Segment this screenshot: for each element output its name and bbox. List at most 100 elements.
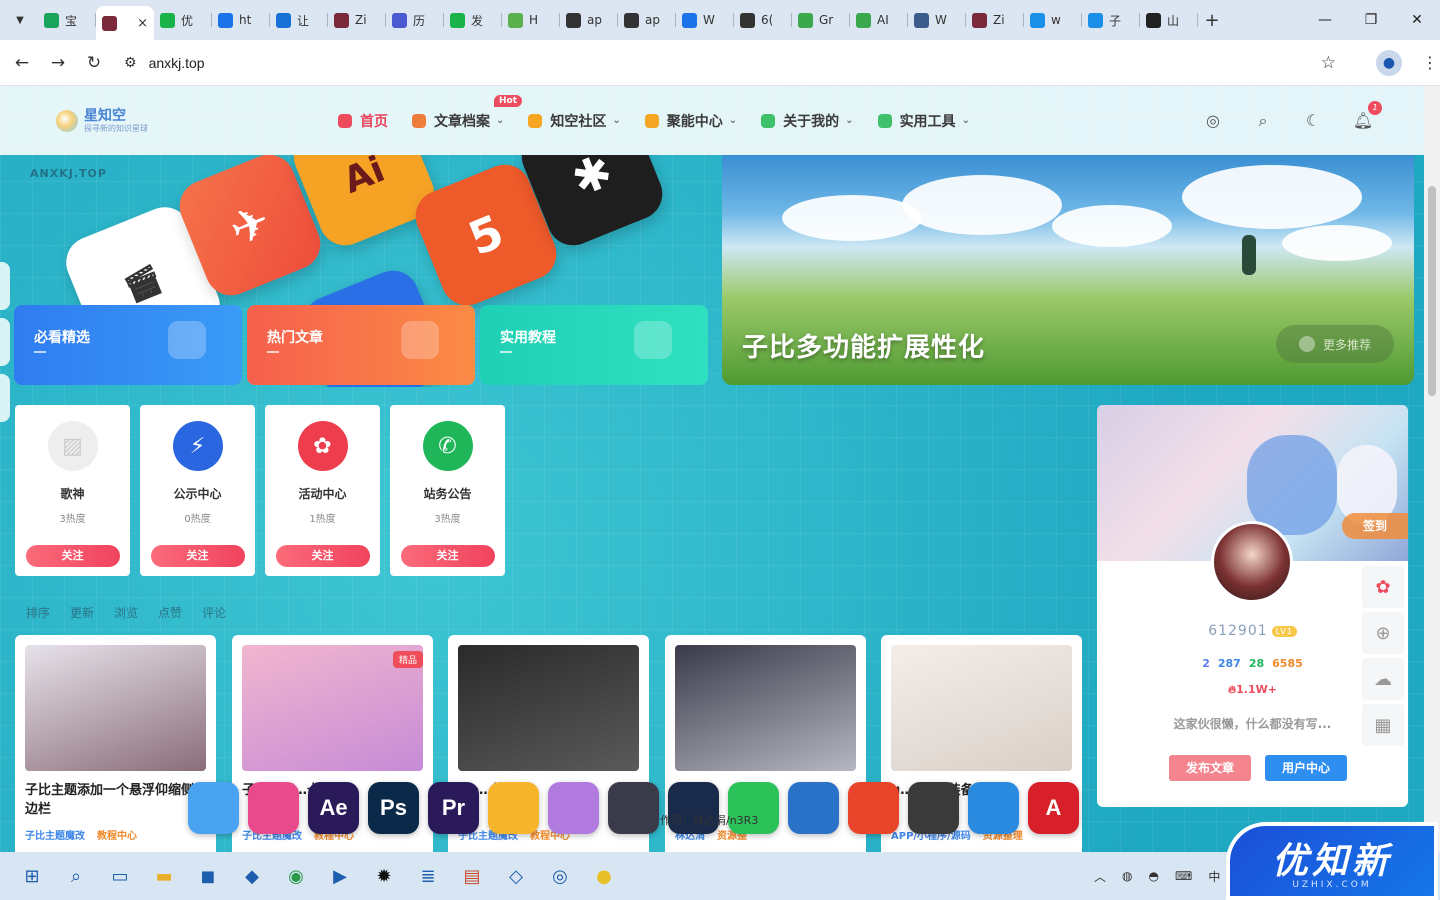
browser-tab[interactable]: 宝	[38, 4, 96, 36]
browser-tab[interactable]: W	[676, 4, 734, 36]
browser-tab[interactable]: 历	[386, 4, 444, 36]
post-tag[interactable]: 子比主题魔改	[25, 831, 85, 842]
post-title[interactable]: 子比主题添加一个悬浮仰缩侧边栏	[25, 781, 206, 819]
feature-card[interactable]: 必看精选	[14, 305, 242, 385]
bookmark-star-icon[interactable]: ☆	[1321, 53, 1336, 73]
nav-item[interactable]: 关于我的 ⌄	[761, 111, 854, 131]
profile-avatar-icon[interactable]: ●	[1376, 49, 1402, 76]
browser-tab[interactable]: ap	[560, 4, 618, 36]
maximize-icon[interactable]: ❐	[1348, 12, 1394, 28]
feature-card[interactable]: 实用教程	[480, 305, 708, 385]
browser-tab[interactable]: AI	[850, 4, 908, 36]
nav-item[interactable]: 文章档案 ⌄ Hot	[412, 94, 523, 131]
site-info-icon[interactable]: ⚙	[124, 55, 137, 71]
dark-mode-icon[interactable]: ☾	[1288, 111, 1338, 130]
follow-button[interactable]: 关注	[400, 545, 495, 567]
browser-tab[interactable]: ap	[618, 4, 676, 36]
browser-tab[interactable]: Gr	[792, 4, 850, 36]
gift-icon[interactable]: ✿	[1362, 566, 1404, 608]
nav-item[interactable]: 首页	[338, 111, 388, 131]
browser-tab[interactable]: ht	[212, 4, 270, 36]
left-side-handle[interactable]	[0, 262, 10, 310]
site-logo[interactable]: 星知空 探寻新的知识星球	[56, 109, 148, 133]
left-side-handle[interactable]	[0, 318, 10, 366]
obs-icon[interactable]: ◎	[538, 854, 582, 898]
file-explorer-icon[interactable]: ▬	[142, 854, 186, 898]
follow-button[interactable]: 关注	[275, 545, 370, 567]
post-tag[interactable]: 教程中心	[97, 831, 137, 842]
new-tab-button[interactable]: +	[1198, 10, 1226, 31]
browser-tab[interactable]: 发	[444, 4, 502, 36]
follow-button[interactable]: 关注	[25, 545, 120, 567]
taskbar-search-icon[interactable]: ⌕	[54, 854, 98, 898]
chrome-icon[interactable]: ◉	[274, 854, 318, 898]
ime-indicator[interactable]: 中	[1208, 868, 1220, 885]
wechat-icon[interactable]: ☁	[1362, 658, 1404, 700]
post-thumbnail[interactable]	[675, 645, 856, 771]
tray-app-icon[interactable]: ◍	[1122, 869, 1132, 883]
browser-tab[interactable]: 山	[1140, 4, 1198, 36]
dock-app-icon[interactable]: Ps	[368, 782, 419, 834]
start-icon[interactable]: ⊞	[10, 854, 54, 898]
notification-bell-icon[interactable]: 🔔︎ 1	[1338, 101, 1388, 130]
browser-tab[interactable]: Zi	[328, 4, 386, 36]
dock-app-icon[interactable]: A	[1028, 782, 1079, 834]
dock-app-icon[interactable]	[188, 782, 239, 834]
close-window-icon[interactable]: ✕	[1394, 12, 1440, 28]
tab-search-icon[interactable]: ▼	[6, 6, 34, 34]
keyboard-icon[interactable]: ⌨	[1175, 869, 1192, 883]
tab-close-icon[interactable]: ×	[137, 16, 148, 31]
settings-icon[interactable]: ✹	[362, 854, 406, 898]
user-avatar[interactable]	[1211, 521, 1293, 603]
sort-tab[interactable]: 排序	[26, 604, 50, 621]
dock-app-icon[interactable]	[968, 782, 1019, 834]
post-card[interactable]: 子比主题添加一个悬浮仰缩侧边栏子比主题魔改 教程中心	[15, 635, 216, 852]
category-card[interactable]: ▨ 歌神 3热度 关注	[15, 405, 130, 576]
browser-tab[interactable]: H	[502, 4, 560, 36]
bulb-icon[interactable]: ◎	[1188, 111, 1238, 130]
sign-in-button[interactable]: 签到	[1342, 513, 1408, 539]
dock-app-icon[interactable]	[488, 782, 539, 834]
category-card[interactable]: ✆ 站务公告 3热度 关注	[390, 405, 505, 576]
media-icon[interactable]: ▶	[318, 854, 362, 898]
menu-kebab-icon[interactable]: ⋮	[1422, 53, 1438, 72]
notes-icon[interactable]: ≣	[406, 854, 450, 898]
post-thumbnail[interactable]	[891, 645, 1072, 771]
minimize-icon[interactable]: —	[1302, 12, 1348, 28]
more-recommend-button[interactable]: 更多推荐	[1276, 325, 1394, 363]
dock-app-icon[interactable]	[248, 782, 299, 834]
browser-tab[interactable]: 优	[154, 4, 212, 36]
sort-tab[interactable]: 评论	[202, 604, 226, 621]
qq-icon[interactable]: ◓	[1149, 869, 1159, 883]
tool-icon[interactable]: ◇	[494, 854, 538, 898]
scrollbar-thumb[interactable]	[1428, 186, 1436, 396]
qrcode-icon[interactable]: ▦	[1362, 704, 1404, 746]
hero-banner[interactable]: 子比多功能扩展性化 更多推荐	[722, 155, 1414, 385]
browser-tab[interactable]: 6(	[734, 4, 792, 36]
browser-tab[interactable]: Zi	[966, 4, 1024, 36]
back-icon[interactable]: ←	[4, 53, 40, 73]
browser-tab[interactable]: 让	[270, 4, 328, 36]
store-icon[interactable]: ◼	[186, 854, 230, 898]
follow-button[interactable]: 关注	[150, 545, 245, 567]
publish-article-button[interactable]: 发布文章	[1169, 755, 1251, 781]
search-icon[interactable]: ⌕	[1238, 111, 1288, 131]
winrar-icon[interactable]: ▤	[450, 854, 494, 898]
dock-app-icon[interactable]	[908, 782, 959, 834]
left-side-handle[interactable]	[0, 374, 10, 422]
task-view-icon[interactable]: ▭	[98, 854, 142, 898]
browser-tab[interactable]: ×	[96, 6, 154, 40]
tray-chevron-icon[interactable]: ︿	[1094, 868, 1106, 885]
feature-card[interactable]: 热门文章	[247, 305, 475, 385]
sort-tab[interactable]: 点赞	[158, 604, 182, 621]
browser-tab[interactable]: w	[1024, 4, 1082, 36]
dock-app-icon[interactable]	[548, 782, 599, 834]
dock-app-icon[interactable]: Pr	[428, 782, 479, 834]
post-thumbnail[interactable]	[25, 645, 206, 771]
category-card[interactable]: ✿ 活动中心 1热度 关注	[265, 405, 380, 576]
browser-tab[interactable]: 子	[1082, 4, 1140, 36]
address-bar[interactable]: ⚙ anxkj.top ☆	[118, 45, 1348, 80]
dock-app-icon[interactable]	[848, 782, 899, 834]
dock-app-icon[interactable]	[608, 782, 659, 834]
app-icon[interactable]: ◆	[230, 854, 274, 898]
